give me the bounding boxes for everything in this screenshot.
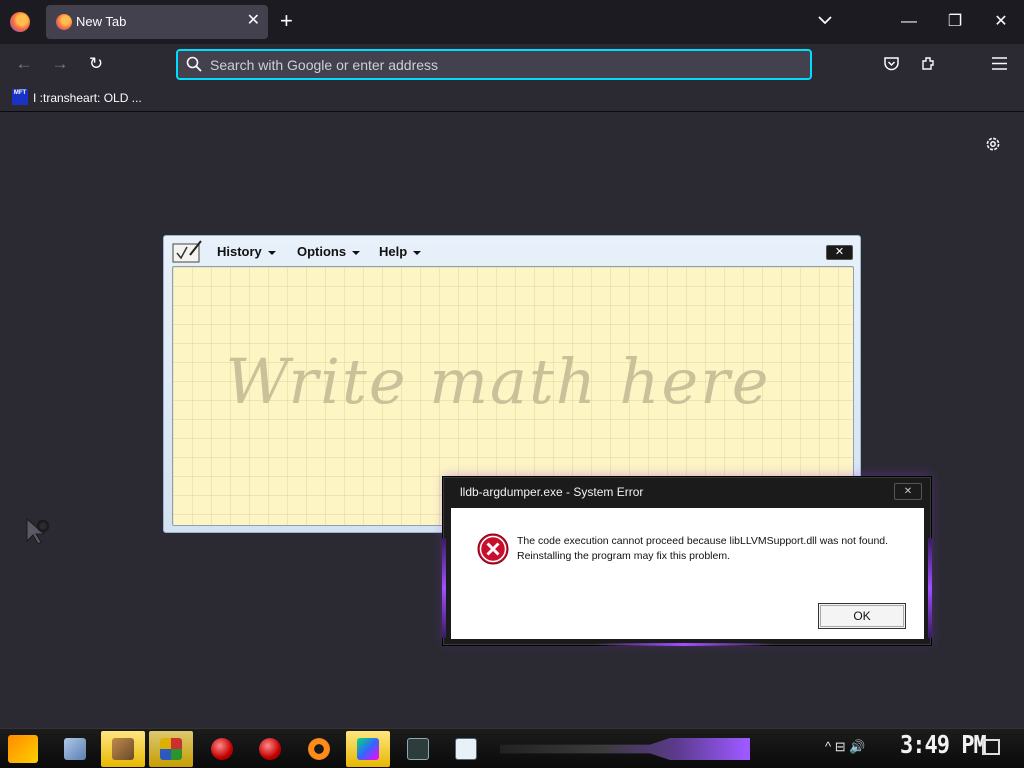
system-tray[interactable]: ^ ⊟ 🔊 — [825, 739, 865, 755]
options-menu[interactable]: Options — [297, 244, 360, 259]
clock[interactable]: 3:49 PM — [900, 731, 987, 760]
math-input-logo-icon — [172, 240, 202, 263]
red-button-icon — [211, 738, 233, 760]
taskbar-decoration — [500, 738, 750, 760]
dialog-title: lldb-argdumper.exe - System Error — [460, 485, 644, 499]
forward-button[interactable]: → — [48, 52, 72, 76]
menu-icon[interactable] — [992, 57, 1007, 70]
tab-strip: New Tab ✕ + — ❐ ✕ — [0, 0, 1024, 44]
windows-app-icon — [160, 738, 182, 760]
busy-cursor-icon — [26, 517, 50, 545]
bookmarks-toolbar: MFT I :transheart: OLD ... — [0, 84, 1024, 112]
dialog-close-button[interactable]: ✕ — [894, 483, 922, 500]
math-input-icon — [455, 738, 477, 760]
address-bar[interactable] — [176, 49, 812, 80]
taskbar-app-package[interactable] — [101, 731, 145, 767]
write-math-hint: Write math here — [225, 345, 771, 418]
package-app-icon — [112, 738, 134, 760]
taskbar-app-network[interactable] — [53, 731, 97, 767]
restore-button[interactable]: ❐ — [932, 0, 978, 44]
start-button[interactable] — [8, 735, 38, 763]
error-message: The code execution cannot proceed becaus… — [517, 535, 889, 562]
dialog-glow-left — [442, 538, 446, 638]
goland-icon — [357, 738, 379, 760]
openvpn-icon — [308, 738, 330, 760]
dialog-glow-right — [928, 538, 932, 638]
search-icon — [186, 56, 202, 72]
taskbar-app-openvpn[interactable] — [297, 731, 341, 767]
action-center-icon[interactable] — [982, 739, 1000, 755]
taskbar-app-terminal[interactable] — [396, 731, 440, 767]
taskbar-app-goland[interactable] — [346, 731, 390, 767]
taskbar-app-red-button-1[interactable] — [200, 731, 244, 767]
bookmark-favicon: MFT — [12, 89, 28, 105]
tab-close-icon[interactable]: ✕ — [247, 11, 260, 31]
navigation-toolbar: ← → ↻ — [0, 44, 1024, 84]
help-menu[interactable]: Help — [379, 244, 421, 259]
history-menu[interactable]: History — [217, 244, 276, 259]
system-error-dialog: lldb-argdumper.exe - System Error ✕ The … — [442, 477, 932, 646]
pocket-icon[interactable] — [883, 56, 900, 72]
taskbar: ^ ⊟ 🔊 3:49 PM — [0, 728, 1024, 768]
dialog-glow-bottom — [594, 643, 774, 646]
bookmark-item[interactable]: I :transheart: OLD ... — [33, 91, 142, 105]
minimize-button[interactable]: — — [886, 0, 932, 44]
reload-button[interactable]: ↻ — [84, 52, 108, 76]
close-window-button[interactable]: ✕ — [978, 0, 1024, 44]
taskbar-app-red-button-2[interactable] — [248, 731, 292, 767]
error-icon — [477, 533, 509, 565]
firefox-icon[interactable] — [10, 12, 30, 32]
terminal-icon — [407, 738, 429, 760]
red-button-icon — [259, 738, 281, 760]
math-panel-close-button[interactable]: ✕ — [826, 245, 853, 260]
dialog-body: The code execution cannot proceed becaus… — [451, 508, 924, 639]
tab-new-tab[interactable]: New Tab ✕ — [46, 5, 268, 39]
list-all-tabs-button[interactable] — [818, 12, 832, 28]
ok-button[interactable]: OK — [818, 603, 906, 629]
address-input[interactable] — [210, 55, 800, 75]
taskbar-app-math-input[interactable] — [444, 731, 488, 767]
firefox-tab-icon — [56, 14, 72, 30]
new-tab-button[interactable]: + — [280, 10, 293, 32]
network-app-icon — [64, 738, 86, 760]
back-button[interactable]: ← — [12, 52, 36, 76]
gear-icon[interactable] — [984, 135, 1002, 153]
extensions-icon[interactable] — [920, 55, 937, 72]
taskbar-app-windows[interactable] — [149, 731, 193, 767]
screen: New Tab ✕ + — ❐ ✕ ← → ↻ MFT I :transhear… — [0, 0, 1024, 768]
tab-title: New Tab — [76, 14, 127, 29]
